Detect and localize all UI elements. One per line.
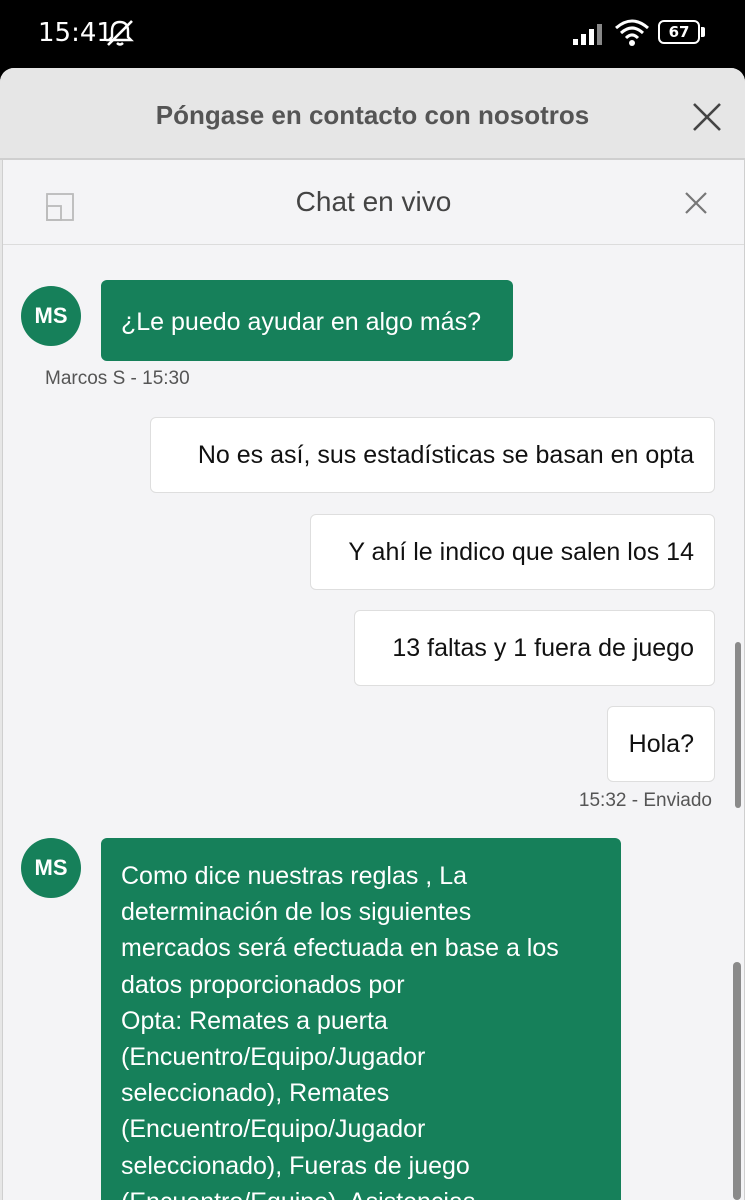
contact-sheet-title: Póngase en contacto con nosotros <box>155 100 590 130</box>
wifi-icon <box>615 19 649 46</box>
agent-avatar: MS <box>21 838 81 898</box>
chat-scrollbar[interactable] <box>735 642 741 808</box>
chat-close-icon[interactable] <box>683 190 709 216</box>
status-bar: 15:41 67 <box>0 0 745 68</box>
chat-title: Chat en vivo <box>295 186 452 217</box>
live-chat-panel: Chat en vivo MS ¿Le puedo ayudar en algo… <box>2 160 745 1200</box>
user-message: Y ahí le indico que salen los 14 <box>310 514 715 590</box>
agent-avatar: MS <box>21 286 81 346</box>
contact-sheet: Póngase en contacto con nosotros Chat en… <box>0 68 745 1200</box>
user-message: Hola? <box>607 706 715 782</box>
mute-icon <box>106 20 134 46</box>
user-message: No es así, sus estadísticas se basan en … <box>150 417 715 493</box>
chat-header: Chat en vivo <box>3 160 744 245</box>
signal-icon <box>573 24 602 45</box>
battery-level: 67 <box>658 20 700 44</box>
user-message: 13 faltas y 1 fuera de juego <box>354 610 715 686</box>
status-time: 15:41 <box>38 18 113 48</box>
battery-icon: 67 <box>658 20 708 46</box>
contact-sheet-header: Póngase en contacto con nosotros <box>0 68 745 160</box>
close-icon[interactable] <box>688 98 726 136</box>
message-meta: Marcos S - 15:30 <box>45 368 190 389</box>
agent-message: Como dice nuestras reglas , La determina… <box>101 838 621 1200</box>
message-meta: 15:32 - Enviado <box>578 790 712 811</box>
agent-message: ¿Le puedo ayudar en algo más? <box>101 280 513 361</box>
page-scrollbar[interactable] <box>733 962 741 1200</box>
